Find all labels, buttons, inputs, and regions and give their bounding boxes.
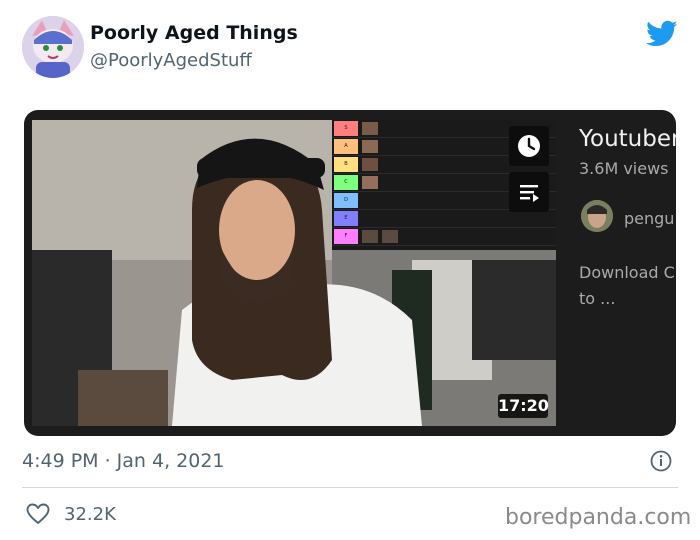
description-line: Download C (579, 263, 675, 282)
video-description: Download C to ... (579, 260, 676, 312)
watch-later-button[interactable] (509, 126, 549, 166)
queue-icon (520, 185, 539, 202)
tier-label: E (334, 211, 358, 226)
tier-label: F (334, 229, 358, 244)
author-handle[interactable]: @PoorlyAgedStuff (90, 50, 252, 71)
description-line: to ... (579, 289, 616, 308)
channel-name[interactable]: pengu (624, 209, 674, 228)
tier-label: A (334, 139, 358, 154)
tier-label: B (334, 157, 358, 172)
video-views: 3.6M views (579, 159, 669, 178)
clock-icon (518, 135, 540, 157)
tier-label: C (334, 175, 358, 190)
tier-thumb (382, 230, 398, 243)
divider (22, 487, 678, 488)
tier-row: E (332, 210, 556, 228)
video-card[interactable]: S A B C D E F 17:20 Youtuber 3.6M views … (24, 110, 676, 436)
video-duration: 17:20 (498, 394, 549, 418)
like-count[interactable]: 32.2K (64, 504, 116, 525)
tier-thumb (362, 140, 378, 153)
add-to-queue-button[interactable] (509, 172, 549, 212)
video-thumbnail[interactable]: S A B C D E F 17:20 (32, 120, 556, 426)
heart-icon[interactable] (26, 503, 50, 525)
tier-label: S (334, 121, 358, 136)
tier-thumb (362, 122, 378, 135)
watermark: boredpanda.com (505, 505, 692, 530)
video-title[interactable]: Youtuber (579, 126, 676, 152)
tier-thumb (362, 176, 378, 189)
tier-row: F (332, 228, 556, 246)
info-icon[interactable] (650, 450, 672, 472)
tier-thumb (362, 230, 378, 243)
author-name[interactable]: Poorly Aged Things (90, 22, 298, 44)
tier-thumb (362, 158, 378, 171)
author-avatar[interactable] (22, 16, 84, 78)
tweet-timestamp[interactable]: 4:49 PM · Jan 4, 2021 (22, 450, 225, 472)
channel-avatar[interactable] (581, 200, 613, 232)
tier-label: D (334, 193, 358, 208)
twitter-bird-icon[interactable] (646, 20, 678, 48)
